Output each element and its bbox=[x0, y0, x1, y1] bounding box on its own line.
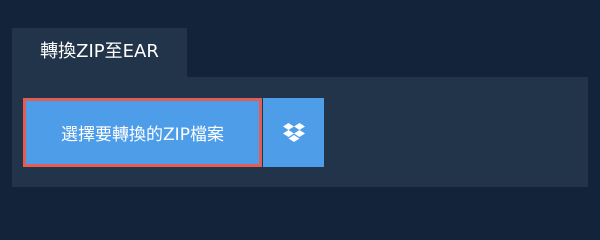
choose-zip-file-button[interactable]: 選擇要轉換的ZIP檔案 bbox=[23, 98, 262, 167]
tab-convert-zip-to-ear[interactable]: 轉換ZIP至EAR bbox=[12, 28, 187, 77]
dropbox-button[interactable] bbox=[263, 98, 324, 167]
dropbox-icon bbox=[282, 122, 305, 142]
